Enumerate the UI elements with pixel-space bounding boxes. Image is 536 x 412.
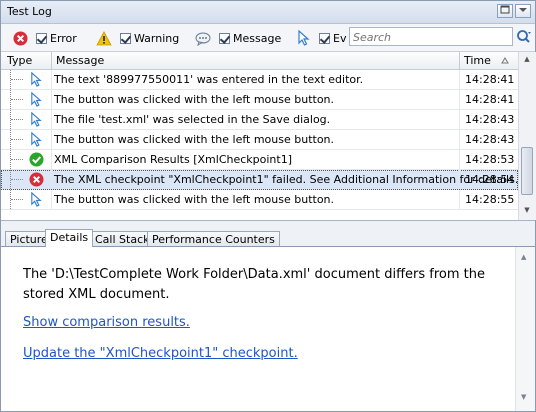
scroll-up-icon[interactable]: ▲ — [521, 253, 526, 261]
chevron-down-icon — [519, 8, 527, 12]
filter-message[interactable]: Message — [195, 29, 281, 47]
row-message: The button was clicked with the left mou… — [54, 193, 335, 206]
table-row[interactable]: The XML checkpoint "XmlCheckpoint1" fail… — [1, 170, 518, 190]
column-header-type[interactable]: Type — [7, 54, 32, 67]
scroll-down-icon[interactable]: ▼ — [522, 206, 532, 216]
search-box — [349, 27, 513, 46]
row-message: The button was clicked with the left mou… — [54, 133, 335, 146]
error-checkbox[interactable] — [36, 32, 47, 44]
row-time: 14:28:43 — [465, 133, 515, 146]
error-icon — [29, 172, 44, 187]
event-filter-label: Ev — [333, 31, 347, 45]
column-header-time[interactable]: Time — [464, 54, 491, 67]
table-row[interactable]: XML Comparison Results [XmlCheckpoint1] … — [1, 150, 518, 170]
warning-checkbox[interactable] — [120, 32, 131, 44]
grid-header: Type Message Time — [1, 52, 518, 70]
table-row[interactable]: The button was clicked with the left mou… — [1, 90, 518, 110]
restore-button[interactable] — [497, 4, 513, 18]
table-row[interactable]: The file 'test.xml' was selected in the … — [1, 110, 518, 130]
filter-toolbar: Error Warning Message Ev — [1, 24, 535, 52]
table-row[interactable]: The button was clicked with the left mou… — [1, 190, 518, 210]
message-checkbox[interactable] — [219, 32, 230, 44]
sort-ascending-icon — [501, 57, 509, 64]
column-header-message[interactable]: Message — [56, 54, 104, 67]
event-checkbox[interactable] — [319, 32, 330, 44]
error-filter-label: Error — [50, 31, 77, 45]
details-text: The 'D:\TestComplete Work Folder\Data.xm… — [23, 267, 486, 302]
filter-warning[interactable]: Warning — [96, 29, 179, 47]
warning-filter-label: Warning — [134, 31, 180, 45]
error-icon — [13, 31, 28, 45]
panel-menu-button[interactable] — [515, 4, 531, 18]
warning-icon — [96, 30, 112, 45]
row-time: 14:28:41 — [465, 93, 515, 106]
event-icon — [31, 132, 42, 147]
show-comparison-link[interactable]: Show comparison results. — [23, 315, 190, 330]
detail-tabs: Picture Details Call Stack Performance C… — [1, 229, 535, 247]
row-message: The XML checkpoint "XmlCheckpoint1" fail… — [54, 173, 519, 186]
update-checkpoint-link[interactable]: Update the "XmlCheckpoint1" checkpoint. — [23, 346, 298, 361]
filter-error[interactable]: Error — [13, 29, 77, 47]
log-grid: Type Message Time The text '889977550011… — [1, 52, 536, 221]
row-message: The button was clicked with the left mou… — [54, 93, 335, 106]
test-log-panel: Test Log Error Warning Message Ev Search… — [0, 0, 536, 412]
scroll-down-icon[interactable]: ▼ — [521, 393, 526, 401]
checkpoint-pass-icon — [29, 152, 44, 167]
table-row[interactable]: The button was clicked with the left mou… — [1, 130, 518, 150]
search-input[interactable] — [350, 28, 506, 46]
restore-icon — [500, 5, 510, 14]
tab-performance-counters[interactable]: Performance Counters — [147, 231, 280, 246]
row-time: 14:28:55 — [465, 193, 515, 206]
search-icon — [517, 30, 531, 43]
panel-title: Test Log — [7, 5, 52, 18]
grid-scrollbar[interactable]: ▲ ▼ — [518, 52, 536, 220]
scroll-up-icon[interactable]: ▲ — [522, 55, 532, 65]
row-message: The file 'test.xml' was selected in the … — [54, 113, 331, 126]
search-button[interactable] — [516, 29, 532, 45]
title-bar: Test Log — [1, 1, 535, 24]
message-icon — [195, 32, 211, 46]
row-time: 14:28:53 — [465, 153, 515, 166]
event-icon — [31, 72, 42, 87]
tab-details[interactable]: Details — [45, 229, 94, 247]
scrollbar-thumb[interactable] — [521, 147, 533, 195]
details-scrollbar[interactable]: ▲ ▼ — [515, 247, 535, 411]
details-pane: The 'D:\TestComplete Work Folder\Data.xm… — [1, 247, 535, 411]
event-icon — [31, 192, 42, 207]
event-icon — [31, 92, 42, 107]
panel-splitter[interactable] — [1, 221, 535, 229]
row-message: XML Comparison Results [XmlCheckpoint1] — [54, 153, 293, 166]
event-icon — [298, 30, 310, 46]
event-icon — [31, 112, 42, 127]
row-time: 14:28:54 — [465, 173, 515, 186]
table-row[interactable]: The text '889977550011' was entered in t… — [1, 70, 518, 90]
message-filter-label: Message — [233, 31, 282, 45]
row-time: 14:28:43 — [465, 113, 515, 126]
row-message: The text '889977550011' was entered in t… — [54, 73, 364, 86]
filter-event[interactable]: Ev — [297, 29, 346, 47]
row-time: 14:28:41 — [465, 73, 515, 86]
tab-call-stack[interactable]: Call Stack — [90, 231, 155, 246]
